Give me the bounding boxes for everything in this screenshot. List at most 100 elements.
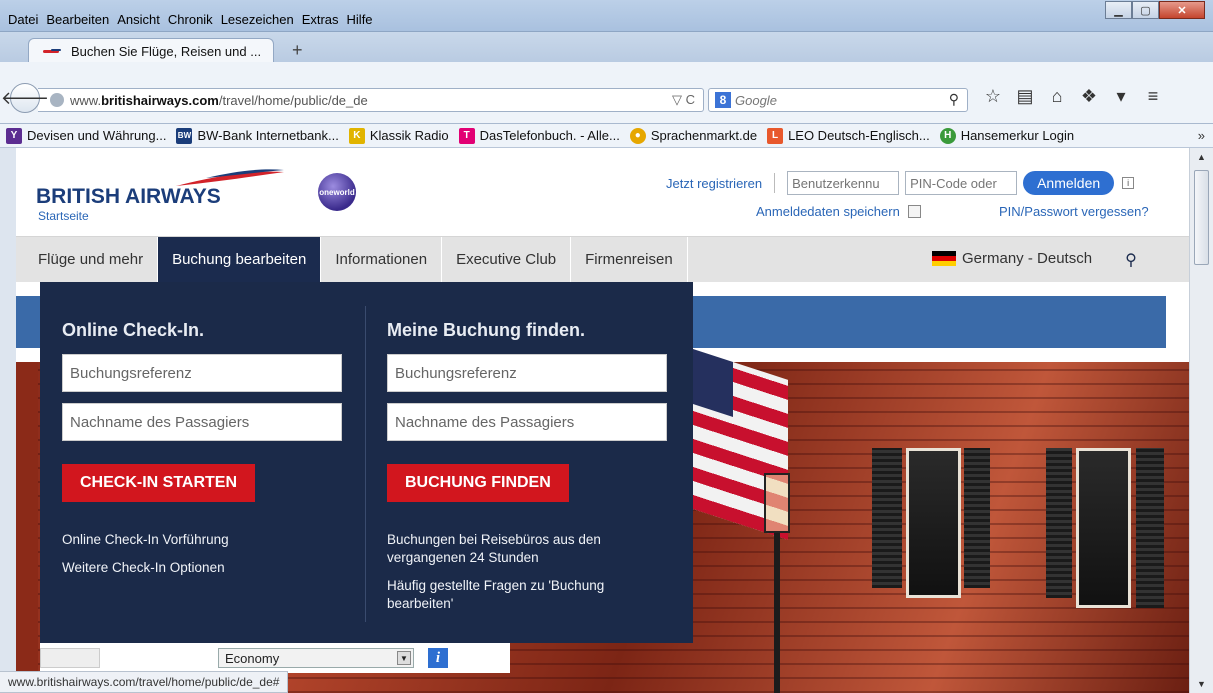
checkin-booking-reference-field[interactable]: Buchungsreferenz bbox=[62, 354, 342, 392]
bookmark-star-icon[interactable]: ☆ bbox=[982, 86, 1004, 107]
tab-british-airways[interactable]: Buchen Sie Flüge, Reisen und ... bbox=[28, 38, 274, 64]
shutter-image bbox=[872, 448, 902, 588]
bookmarks-list-icon[interactable]: ▤ bbox=[1014, 86, 1036, 107]
bookmarks-bar: Y Devisen und Währung... BW BW-Bank Intern… bbox=[0, 124, 1213, 148]
info-icon[interactable]: i bbox=[1122, 177, 1135, 189]
close-icon[interactable]: ✕ bbox=[1159, 1, 1205, 19]
divider bbox=[774, 173, 776, 193]
window-controls: ▁ ▢ ✕ bbox=[1105, 1, 1205, 19]
bookmark-item[interactable]: K Klassik Radio bbox=[348, 127, 449, 144]
remember-checkbox[interactable] bbox=[907, 205, 921, 218]
nav-firmenreisen[interactable]: Firmenreisen bbox=[571, 236, 688, 283]
chevron-down-icon[interactable]: ▼ bbox=[397, 651, 411, 665]
back-arrow-icon[interactable]: 🡐 bbox=[1, 83, 49, 113]
language-label: Germany - Deutsch bbox=[962, 250, 1093, 267]
dropdown-divider bbox=[365, 306, 366, 622]
nav-informationen[interactable]: Informationen bbox=[321, 236, 443, 283]
minimize-icon[interactable]: ▁ bbox=[1105, 1, 1132, 19]
menu-chronik[interactable]: Chronik bbox=[166, 12, 219, 27]
sprachenmarkt-icon: ● bbox=[629, 127, 646, 144]
find-passenger-name-field[interactable]: Nachname des Passagiers bbox=[387, 403, 667, 441]
travel-agent-bookings-link[interactable]: Buchungen bei Reisebüros aus den vergang… bbox=[387, 531, 667, 567]
lamp-post-image bbox=[774, 533, 780, 693]
bookmark-label: Sprachenmarkt.de bbox=[650, 128, 758, 143]
passenger-count-field[interactable] bbox=[40, 648, 100, 668]
checkin-demo-link[interactable]: Online Check-In Vorführung bbox=[62, 531, 229, 549]
language-selector[interactable]: Germany - Deutsch bbox=[932, 250, 1092, 267]
tab-title: Buchen Sie Flüge, Reisen und ... bbox=[71, 44, 262, 59]
bookmark-item[interactable]: L LEO Deutsch-Englisch... bbox=[767, 127, 930, 144]
bookmark-label: Devisen und Währung... bbox=[27, 128, 167, 143]
main-navigation: Flüge und mehr Buchung bearbeiten Inform… bbox=[16, 236, 1189, 283]
checkin-start-button[interactable]: CHECK-IN STARTEN bbox=[62, 464, 256, 502]
new-tab-icon[interactable]: + bbox=[292, 40, 303, 61]
building-window-image bbox=[1076, 448, 1131, 608]
google-icon: 8 bbox=[715, 92, 731, 108]
menu-ansicht[interactable]: Ansicht bbox=[115, 12, 166, 27]
vertical-scrollbar[interactable]: ▲ ▼ bbox=[1189, 148, 1213, 693]
bookmark-item[interactable]: T DasTelefonbuch. - Alle... bbox=[458, 127, 620, 144]
nav-executive-club[interactable]: Executive Club bbox=[442, 236, 572, 283]
menu-bearbeiten[interactable]: Bearbeiten bbox=[44, 12, 115, 27]
status-bar: www.britishairways.com/travel/home/publi… bbox=[0, 671, 289, 693]
menu-bar: Datei Bearbeiten Ansicht Chronik Lesezei… bbox=[6, 12, 379, 27]
magnifier-icon[interactable]: ⚲ bbox=[949, 91, 959, 108]
hero-left-wall bbox=[16, 362, 38, 693]
nav-fluege[interactable]: Flüge und mehr bbox=[16, 236, 159, 283]
find-booking-button[interactable]: BUCHUNG FINDEN bbox=[387, 464, 569, 502]
shutter-image bbox=[1046, 448, 1072, 598]
hansemerkur-icon: H bbox=[939, 127, 956, 144]
reload-icon[interactable]: ▽ C bbox=[672, 92, 695, 108]
checkin-options-link[interactable]: Weitere Check-In Optionen bbox=[62, 559, 229, 577]
cabin-info-icon[interactable]: i bbox=[428, 648, 448, 668]
faq-manage-booking-link[interactable]: Häufig gestellte Fragen zu 'Buchung bear… bbox=[387, 577, 667, 613]
browser-toolbar: www. britishairways.com/travel/home/publi… bbox=[0, 62, 1213, 124]
scrollbar-thumb[interactable] bbox=[1194, 170, 1209, 265]
home-icon[interactable]: ⌂ bbox=[1046, 86, 1068, 107]
page-viewport: BRITISH AIRWAYS Startseite oneworld Jetz… bbox=[16, 148, 1189, 693]
forgot-password-link[interactable]: PIN/Passwort vergessen? bbox=[999, 204, 1149, 219]
addon-icon[interactable]: ❖ bbox=[1078, 86, 1100, 107]
bookmark-item[interactable]: BW BW-Bank Internetbank... bbox=[176, 127, 339, 144]
pin-field[interactable] bbox=[905, 171, 1018, 195]
menu-lesezeichen[interactable]: Lesezeichen bbox=[219, 12, 300, 27]
telekom-icon: T bbox=[458, 127, 475, 144]
dropdown-icon[interactable]: ▾ bbox=[1110, 86, 1132, 107]
tab-strip: Buchen Sie Flüge, Reisen und ... + bbox=[0, 32, 1213, 64]
brand-logo[interactable]: BRITISH AIRWAYS bbox=[36, 185, 221, 209]
register-link[interactable]: Jetzt registrieren bbox=[666, 176, 762, 191]
menu-extras[interactable]: Extras bbox=[300, 12, 345, 27]
find-booking-reference-field[interactable]: Buchungsreferenz bbox=[387, 354, 667, 392]
site-search-icon[interactable]: ⚲ bbox=[1106, 237, 1156, 283]
bookmark-label: LEO Deutsch-Englisch... bbox=[788, 128, 930, 143]
checkin-passenger-name-field[interactable]: Nachname des Passagiers bbox=[62, 403, 342, 441]
url-bar[interactable]: www. britishairways.com/travel/home/publi… bbox=[38, 88, 704, 112]
oneworld-logo[interactable]: oneworld bbox=[318, 173, 356, 211]
login-area: Jetzt registrieren Anmelden i bbox=[666, 171, 1135, 195]
manage-booking-dropdown: Online Check-In. Buchungsreferenz Nachna… bbox=[40, 282, 693, 643]
search-input[interactable]: 8 Google ⚲ bbox=[708, 88, 968, 112]
building-window-image bbox=[906, 448, 961, 598]
nav-buchung-bearbeiten[interactable]: Buchung bearbeiten bbox=[158, 236, 322, 283]
ba-favicon-icon bbox=[43, 48, 63, 55]
scroll-up-icon[interactable]: ▲ bbox=[1197, 152, 1206, 162]
menu-datei[interactable]: Datei bbox=[6, 12, 44, 27]
maximize-icon[interactable]: ▢ bbox=[1132, 1, 1159, 19]
find-booking-links: Buchungen bei Reisebüros aus den vergang… bbox=[387, 531, 667, 623]
menu-hilfe[interactable]: Hilfe bbox=[345, 12, 379, 27]
remember-login: Anmeldedaten speichern bbox=[756, 204, 921, 219]
login-button[interactable]: Anmelden bbox=[1023, 171, 1115, 195]
cabin-class-value: Economy bbox=[225, 650, 280, 666]
shutter-image bbox=[1136, 448, 1164, 608]
bookmarks-overflow-icon[interactable]: » bbox=[1198, 128, 1205, 143]
bookmark-item[interactable]: ● Sprachenmarkt.de bbox=[629, 127, 758, 144]
bookmark-label: DasTelefonbuch. - Alle... bbox=[479, 128, 620, 143]
bookmark-item[interactable]: Y Devisen und Währung... bbox=[6, 127, 167, 144]
scroll-down-icon[interactable]: ▼ bbox=[1197, 679, 1206, 689]
bookmark-item[interactable]: H Hansemerkur Login bbox=[939, 127, 1074, 144]
cabin-class-select[interactable]: Economy ▼ bbox=[218, 648, 414, 668]
username-field[interactable] bbox=[787, 171, 900, 195]
german-flag-icon bbox=[932, 250, 956, 267]
hamburger-menu-icon[interactable]: ≡ bbox=[1142, 86, 1164, 107]
home-link[interactable]: Startseite bbox=[38, 209, 89, 223]
